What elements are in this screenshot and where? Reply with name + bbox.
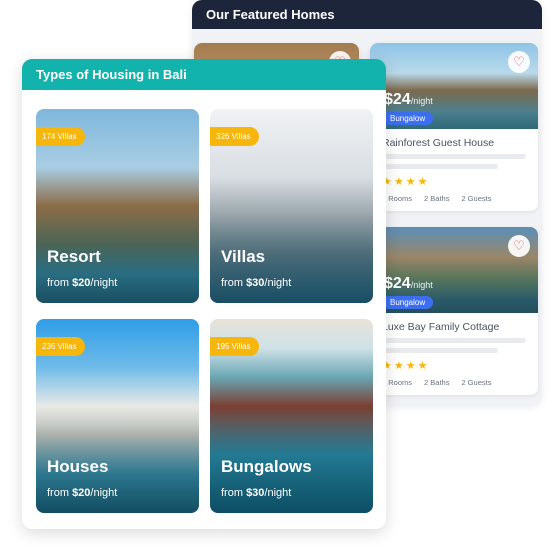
count-badge: 174 Villas: [36, 127, 85, 146]
home-name[interactable]: Luxe Bay Family Cottage: [382, 321, 538, 333]
home-card[interactable]: ♡ $24/night Bungalow Luxe Bay Family Cot…: [370, 227, 538, 395]
home-price: $24/night: [384, 275, 433, 292]
housing-type-tile-bungalows[interactable]: 195 Villas Bungalows from $30/night: [210, 319, 373, 513]
tile-price: from $30/night: [221, 277, 292, 289]
placeholder-line: [382, 348, 498, 353]
placeholder-line: [382, 154, 526, 159]
rooms-count: 2 Rooms: [382, 378, 413, 387]
placeholder-line: [382, 338, 526, 343]
heart-icon[interactable]: ♡: [508, 235, 530, 257]
housing-type-tile-houses[interactable]: 236 Villas Houses from $20/night: [36, 319, 199, 513]
tile-price: from $30/night: [221, 487, 292, 499]
housing-types-title: Types of Housing in Bali: [22, 59, 386, 90]
count-badge: 195 Villas: [210, 337, 259, 356]
tile-price: from $20/night: [47, 277, 118, 289]
baths-count: 2 Baths: [424, 194, 450, 203]
tile-price: from $20/night: [47, 487, 118, 499]
home-photo: ♡ $24/night Bungalow: [370, 43, 538, 129]
guests-count: 2 Guests: [461, 194, 492, 203]
count-badge: 326 Villas: [210, 127, 259, 146]
home-card[interactable]: ♡ $24/night Bungalow Rainforest Guest Ho…: [370, 43, 538, 211]
housing-type-tile-villas[interactable]: 326 Villas Villas from $30/night: [210, 109, 373, 303]
count-badge: 236 Villas: [36, 337, 85, 356]
housing-types-panel: Types of Housing in Bali 174 Villas Reso…: [22, 59, 386, 529]
home-type-tag: Bungalow: [382, 112, 434, 125]
home-type-tag: Bungalow: [382, 296, 434, 309]
home-price: $24/night: [384, 91, 433, 108]
guests-count: 2 Guests: [461, 378, 492, 387]
rating-stars: ★★★★: [382, 360, 430, 372]
tile-name: Houses: [47, 457, 109, 476]
placeholder-line: [382, 164, 498, 169]
rating-stars: ★★★★: [382, 176, 430, 188]
tile-name: Villas: [221, 247, 266, 266]
tile-name: Resort: [47, 247, 101, 266]
rooms-count: 2 Rooms: [382, 194, 413, 203]
home-name[interactable]: Rainforest Guest House: [382, 137, 538, 149]
home-meta: 2 Rooms 2 Baths 2 Guests: [382, 194, 538, 203]
featured-homes-title: Our Featured Homes: [192, 0, 542, 29]
home-meta: 2 Rooms 2 Baths 2 Guests: [382, 378, 538, 387]
housing-type-tile-resort[interactable]: 174 Villas Resort from $20/night: [36, 109, 199, 303]
home-photo: ♡ $24/night Bungalow: [370, 227, 538, 313]
baths-count: 2 Baths: [424, 378, 450, 387]
heart-icon[interactable]: ♡: [508, 51, 530, 73]
tile-name: Bungalows: [221, 457, 312, 476]
